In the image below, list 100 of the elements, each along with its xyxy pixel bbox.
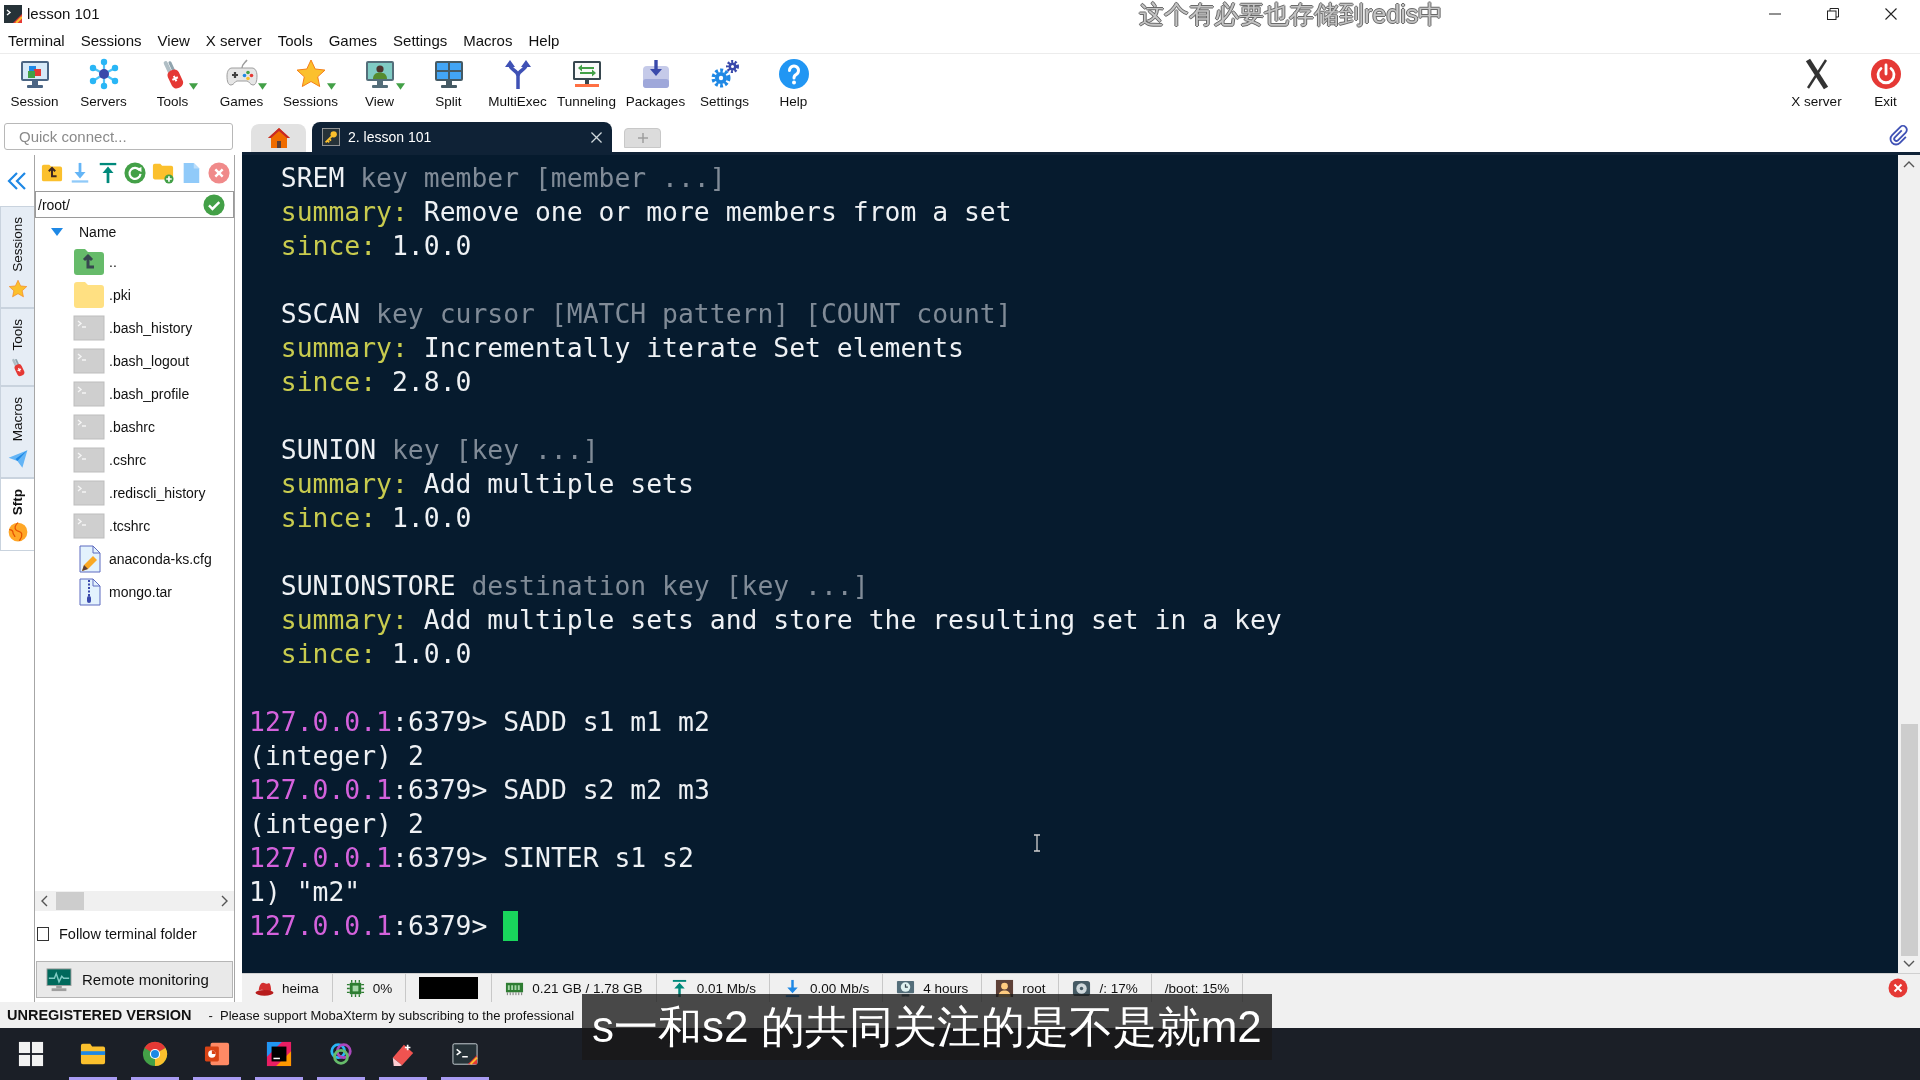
file-name[interactable]: .cshrc	[109, 451, 147, 468]
toolbar-button[interactable]: Servers	[69, 54, 138, 118]
vertical-scrollbar[interactable]	[1898, 155, 1920, 973]
folder-up-icon[interactable]	[41, 162, 63, 184]
terminal-panel[interactable]	[242, 155, 1920, 973]
path-field[interactable]: /root/	[35, 191, 234, 218]
toolbar-button[interactable]: Exit	[1851, 54, 1920, 118]
paperclip-icon[interactable]	[1888, 124, 1910, 146]
toolbar-button[interactable]: Settings	[690, 54, 759, 118]
since-line: since: 1.0.0	[280, 501, 472, 535]
file-name[interactable]: .bash_history	[109, 319, 193, 336]
prompt-line: 127.0.0.1:6379> SINTER s1 s2	[249, 841, 694, 875]
terminal-file-icon	[73, 313, 105, 342]
scrollbar-thumb[interactable]	[56, 892, 84, 910]
checkbox[interactable]	[37, 927, 49, 941]
star-icon	[7, 278, 28, 299]
terminal-file-icon	[73, 445, 105, 474]
toolbar-button[interactable]: Packages	[621, 54, 690, 118]
toolbar-button[interactable]: View	[345, 54, 414, 118]
chevron-left-icon[interactable]	[41, 895, 48, 907]
double-chevron-left-icon[interactable]	[7, 171, 27, 190]
monitor-silhouette-icon	[363, 58, 396, 90]
disk-usage-label: /: 17%	[1099, 980, 1138, 996]
colored-rings-icon	[328, 1041, 354, 1067]
file-name[interactable]: anaconda-ks.cfg	[109, 550, 212, 567]
chevron-right-icon[interactable]	[221, 895, 228, 907]
toolbar-button[interactable]: Sessions	[276, 54, 345, 118]
file-name[interactable]: mongo.tar	[109, 583, 173, 600]
horizontal-scrollbar[interactable]	[35, 891, 234, 911]
menu-item[interactable]: Games	[320, 28, 386, 52]
refresh-icon[interactable]	[124, 162, 147, 184]
sidebar-tab[interactable]: Macros	[0, 386, 34, 478]
toolbar-button[interactable]: Tunneling	[552, 54, 621, 118]
toolbar-button[interactable]: Tools	[138, 54, 207, 118]
chevron-down-icon[interactable]	[1903, 960, 1915, 967]
command-syntax: SREM key member [member ...]	[280, 161, 726, 195]
caret-down-icon[interactable]	[51, 227, 63, 236]
menu-item[interactable]: Sessions	[72, 28, 150, 52]
monitor-pulse-icon	[46, 967, 72, 992]
menu-item[interactable]: Macros	[455, 28, 521, 52]
uptime-label: 4 hours	[923, 980, 969, 996]
checkbox-label[interactable]: Follow terminal folder	[59, 926, 197, 942]
toolbar-button[interactable]: Session	[0, 54, 69, 118]
menu-item[interactable]: Terminal	[0, 28, 73, 52]
memory-usage-label: 0.21 GB / 1.78 GB	[532, 980, 643, 996]
file-name[interactable]: .bash_logout	[109, 352, 190, 369]
paper-plane-icon	[7, 448, 28, 469]
toolbar-button[interactable]: Split	[414, 54, 483, 118]
sidebar-tab[interactable]: Sessions	[0, 206, 34, 308]
monitor-arrows-icon	[570, 58, 603, 90]
home-tab[interactable]	[251, 124, 306, 152]
file-name[interactable]: ..	[109, 253, 117, 270]
square-logo-icon	[266, 1041, 292, 1067]
menu-item[interactable]: View	[149, 28, 198, 52]
file-name[interactable]: .pki	[109, 286, 131, 303]
toolbar-button[interactable]: Games	[207, 54, 276, 118]
terminal-file-icon	[73, 478, 105, 507]
menu-item[interactable]: X server	[197, 28, 270, 52]
close-icon[interactable]	[591, 131, 602, 143]
new-folder-icon[interactable]	[152, 162, 175, 184]
notice-text: - Please support MobaXterm by subscribing to the professional	[208, 1007, 575, 1023]
remote-monitoring-button[interactable]: Remote monitoring	[36, 961, 233, 998]
prompt-line: 127.0.0.1:6379> SADD s1 m1 m2	[249, 705, 710, 739]
chevron-up-icon[interactable]	[1903, 161, 1915, 168]
sidebar-tab[interactable]: Sftp	[0, 477, 34, 551]
activity-graph	[419, 977, 479, 999]
column-header[interactable]: Name	[79, 223, 117, 240]
download-speed-label: 0.00 Mb/s	[809, 980, 870, 996]
minimize-icon	[1769, 12, 1781, 15]
folder-icon	[80, 1041, 106, 1067]
command-syntax: SUNIONSTORE destination key [key ...]	[280, 569, 869, 603]
toolbar-button[interactable]: X server	[1782, 54, 1851, 118]
file-name[interactable]: .bash_profile	[109, 385, 190, 402]
check-icon[interactable]	[203, 193, 225, 216]
session-tab[interactable]: 2. lesson 101	[312, 122, 612, 152]
file-name[interactable]: .bashrc	[109, 418, 155, 435]
toolbar-button[interactable]: Help	[759, 54, 828, 118]
upload-speed-label: 0.01 Mb/s	[696, 980, 756, 996]
terminal-file-icon	[73, 511, 105, 540]
video-subtitle: 这个有必要也存储到redis中	[1139, 1, 1444, 27]
file-name[interactable]: .rediscli_history	[109, 484, 206, 501]
quick-connect-field[interactable]: Quick connect...	[4, 123, 233, 150]
menu-item[interactable]: Tools	[269, 28, 321, 52]
toolbar-button[interactable]: MultiExec	[483, 54, 552, 118]
output-line: (integer) 2	[249, 807, 424, 841]
four-squares-icon	[18, 1041, 44, 1067]
help-icon	[777, 58, 810, 90]
prompt-line: 127.0.0.1:6379>	[249, 909, 488, 943]
since-line: since: 2.8.0	[280, 365, 472, 399]
video-subtitle: s一和s2 的共同关注的是不是就m2	[582, 994, 1272, 1060]
i-beam-pointer-icon	[1033, 834, 1041, 852]
sidebar-tab[interactable]: Tools	[0, 307, 34, 387]
menu-item[interactable]: Help	[520, 28, 568, 52]
scrollbar-thumb[interactable]	[1900, 724, 1918, 956]
presentation-icon	[204, 1041, 230, 1067]
menu-item[interactable]: Settings	[385, 28, 456, 52]
cpu-usage-label: 0%	[372, 980, 393, 996]
folder-up-icon	[73, 247, 105, 276]
file-name[interactable]: .tcshrc	[109, 517, 151, 534]
plus-icon	[637, 133, 648, 143]
